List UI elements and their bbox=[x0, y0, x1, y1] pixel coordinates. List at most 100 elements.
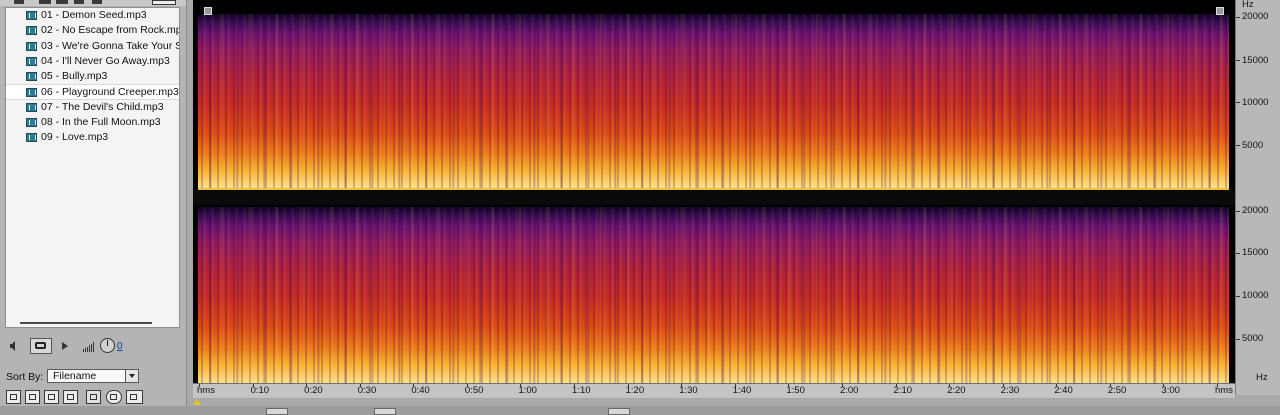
play-icon[interactable] bbox=[62, 342, 68, 350]
time-tick bbox=[627, 384, 629, 387]
sort-select[interactable]: Filename bbox=[47, 369, 139, 383]
time-label: 1:50 bbox=[786, 385, 805, 396]
time-tick bbox=[1002, 384, 1004, 387]
bottom-toolbar bbox=[6, 390, 186, 406]
toolbar-button[interactable] bbox=[106, 390, 122, 404]
file-list-item[interactable]: 04 - I'll Never Go Away.mp3 bbox=[6, 54, 179, 69]
time-label: 2:20 bbox=[947, 385, 966, 396]
file-list-item[interactable]: 08 - In the Full Moon.mp3 bbox=[6, 115, 179, 130]
spectral-display[interactable] bbox=[193, 0, 1235, 395]
time-label: hms bbox=[197, 385, 215, 396]
fade-in-handle[interactable] bbox=[204, 7, 212, 15]
time-label: 2:30 bbox=[1000, 385, 1020, 396]
time-label: 0:40 bbox=[411, 385, 430, 396]
audio-file-icon bbox=[26, 72, 37, 82]
audio-file-icon bbox=[26, 118, 37, 128]
freq-label: 10000 bbox=[1242, 97, 1269, 108]
file-list-item[interactable]: 06 - Playground Creeper.mp3 bbox=[6, 84, 179, 100]
file-list[interactable]: 01 - Demon Seed.mp3 02 - No Escape from R… bbox=[5, 7, 180, 328]
time-label: 1:40 bbox=[732, 385, 752, 396]
file-list-item[interactable]: 07 - The Devil's Child.mp3 bbox=[6, 100, 179, 115]
speaker-icon[interactable] bbox=[10, 341, 18, 351]
freq-unit-label: Hz bbox=[1242, 0, 1254, 10]
file-list-item[interactable]: 03 - We're Gonna Take Your Sou bbox=[6, 39, 179, 54]
audio-file-icon bbox=[26, 133, 37, 143]
file-list-item[interactable]: 02 - No Escape from Rock.mp3 bbox=[6, 23, 179, 38]
time-tick bbox=[359, 384, 361, 387]
playhead-marker[interactable] bbox=[193, 399, 201, 405]
freq-label: 20000 bbox=[1242, 11, 1269, 22]
filter-icon[interactable] bbox=[86, 390, 101, 404]
freq-label: 15000 bbox=[1242, 247, 1269, 258]
freq-label: 5000 bbox=[1242, 333, 1264, 344]
time-tick bbox=[734, 384, 736, 387]
time-label: 2:10 bbox=[893, 385, 913, 396]
frequency-ruler: Hz 20000 15000 10000 5000 20000 15000 10… bbox=[1235, 0, 1280, 395]
time-label: 0:50 bbox=[464, 385, 484, 396]
audio-file-icon bbox=[26, 26, 37, 36]
time-label: 1:30 bbox=[679, 385, 698, 396]
channel-1-baseline bbox=[198, 188, 1229, 190]
horizontal-scrollbar[interactable] bbox=[20, 322, 152, 324]
freq-unit-label: Hz bbox=[1256, 372, 1268, 383]
time-tick bbox=[788, 384, 790, 387]
panel-tab[interactable] bbox=[608, 408, 630, 415]
file-panel: 01 - Demon Seed.mp3 02 - No Escape from R… bbox=[0, 0, 187, 415]
file-name: 01 - Demon Seed.mp3 bbox=[41, 9, 147, 21]
time-label: 1:00 bbox=[518, 385, 537, 396]
audio-file-icon bbox=[26, 41, 37, 51]
transport-controls: 0 bbox=[5, 336, 180, 358]
toolbar-button[interactable] bbox=[6, 390, 21, 404]
toolbar-button[interactable] bbox=[152, 0, 176, 5]
time-tick bbox=[306, 384, 308, 387]
toolbar-icon[interactable] bbox=[14, 0, 24, 4]
time-label: 2:40 bbox=[1054, 385, 1073, 396]
toolbar-button[interactable] bbox=[126, 390, 143, 404]
file-name: 08 - In the Full Moon.mp3 bbox=[41, 116, 161, 129]
top-toolbar-strip bbox=[0, 0, 186, 6]
time-tick bbox=[413, 384, 415, 387]
toolbar-button[interactable] bbox=[25, 390, 40, 404]
time-tick bbox=[199, 384, 200, 387]
file-name: 05 - Bully.mp3 bbox=[41, 70, 108, 83]
loop-button[interactable] bbox=[30, 338, 52, 354]
file-list-item[interactable]: 09 - Love.mp3 bbox=[6, 130, 179, 145]
file-list-item[interactable]: 01 - Demon Seed.mp3 bbox=[6, 8, 179, 23]
fade-out-handle[interactable] bbox=[1216, 7, 1224, 15]
toolbar-icon[interactable] bbox=[74, 0, 84, 4]
spectrogram-channel-2[interactable] bbox=[198, 207, 1229, 383]
time-tick bbox=[466, 384, 468, 387]
audio-file-icon bbox=[26, 88, 37, 98]
volume-value[interactable]: 0 bbox=[117, 341, 123, 352]
toolbar-icon[interactable] bbox=[39, 0, 51, 4]
panel-tab[interactable] bbox=[266, 408, 288, 415]
time-label: hms bbox=[1215, 385, 1233, 396]
time-label: 3:00 bbox=[1161, 385, 1180, 396]
chevron-down-icon[interactable] bbox=[125, 370, 138, 382]
sort-row: Sort By: Filename bbox=[6, 369, 184, 385]
time-ruler[interactable]: hms 0:10 0:20 0:30 0:40 0:50 1:00 1:10 1:20 1:30 1… bbox=[193, 383, 1235, 398]
toolbar-icon[interactable] bbox=[92, 0, 102, 4]
panel-tab[interactable] bbox=[374, 408, 396, 415]
spectrogram-channel-1[interactable] bbox=[198, 14, 1229, 188]
volume-knob[interactable] bbox=[100, 338, 115, 353]
time-tick bbox=[1056, 384, 1058, 387]
file-name: 07 - The Devil's Child.mp3 bbox=[41, 100, 164, 113]
time-tick bbox=[520, 384, 522, 387]
file-name: 03 - We're Gonna Take Your Sou bbox=[41, 39, 179, 52]
volume-level-icon bbox=[83, 341, 97, 352]
file-items: 01 - Demon Seed.mp3 02 - No Escape from R… bbox=[6, 8, 179, 146]
time-tick bbox=[1217, 384, 1218, 387]
toolbar-button[interactable] bbox=[44, 390, 59, 404]
time-tick bbox=[949, 384, 951, 387]
time-label: 0:30 bbox=[357, 385, 377, 396]
file-list-item[interactable]: 05 - Bully.mp3 bbox=[6, 69, 179, 84]
toolbar-button[interactable] bbox=[63, 390, 78, 404]
audio-file-icon bbox=[26, 11, 37, 20]
channel-divider bbox=[193, 191, 1235, 205]
time-label: 1:10 bbox=[572, 385, 591, 396]
toolbar-icon[interactable] bbox=[56, 0, 68, 4]
time-label: 0:10 bbox=[250, 385, 270, 396]
time-tick bbox=[895, 384, 897, 387]
time-tick bbox=[1109, 384, 1111, 387]
